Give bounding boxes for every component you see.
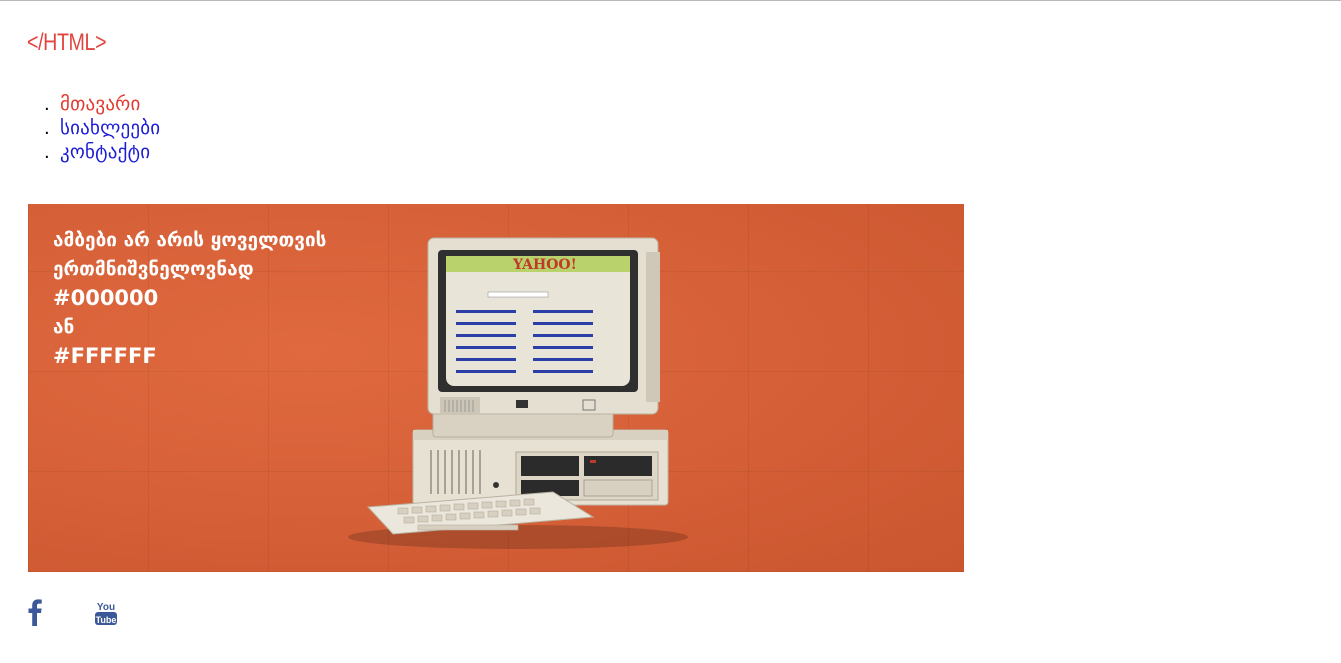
nav-item-contact: . კონტაქტი (44, 140, 160, 164)
banner-headline: ამბები არ არის ყოველთვის ერთმნიშვნელოვნა… (53, 226, 326, 371)
banner-line-2: ერთმნიშვნელოვნად (53, 258, 254, 280)
facebook-icon[interactable] (28, 598, 42, 626)
main-nav: . მთავარი . სიახლეები . კონტაქტი (44, 92, 160, 164)
nav-link-news[interactable]: სიახლეები (60, 116, 160, 140)
svg-text:Tube: Tube (96, 615, 117, 625)
hero-banner: ამბები არ არის ყოველთვის ერთმნიშვნელოვნა… (28, 204, 964, 572)
site-logo[interactable]: </HTML> (27, 28, 107, 58)
nav-link-home[interactable]: მთავარი (60, 92, 141, 116)
nav-bullet: . (44, 94, 50, 115)
banner-line-5: #FFFFFF (53, 344, 157, 368)
svg-text:You: You (97, 602, 115, 613)
nav-link-contact[interactable]: კონტაქტი (60, 140, 150, 164)
retro-computer-illustration: YAHOO! (348, 237, 688, 549)
banner-line-3: #000000 (53, 286, 159, 310)
top-border (0, 0, 1341, 1)
banner-line-4: ან (53, 316, 75, 338)
nav-item-home: . მთავარი (44, 92, 160, 116)
youtube-icon[interactable]: You Tube (95, 600, 117, 626)
screen-logo: YAHOO! (512, 257, 577, 273)
nav-bullet: . (44, 142, 50, 163)
banner-line-1: ამბები არ არის ყოველთვის (53, 229, 327, 251)
nav-item-news: . სიახლეები (44, 116, 160, 140)
nav-bullet: . (44, 118, 50, 139)
